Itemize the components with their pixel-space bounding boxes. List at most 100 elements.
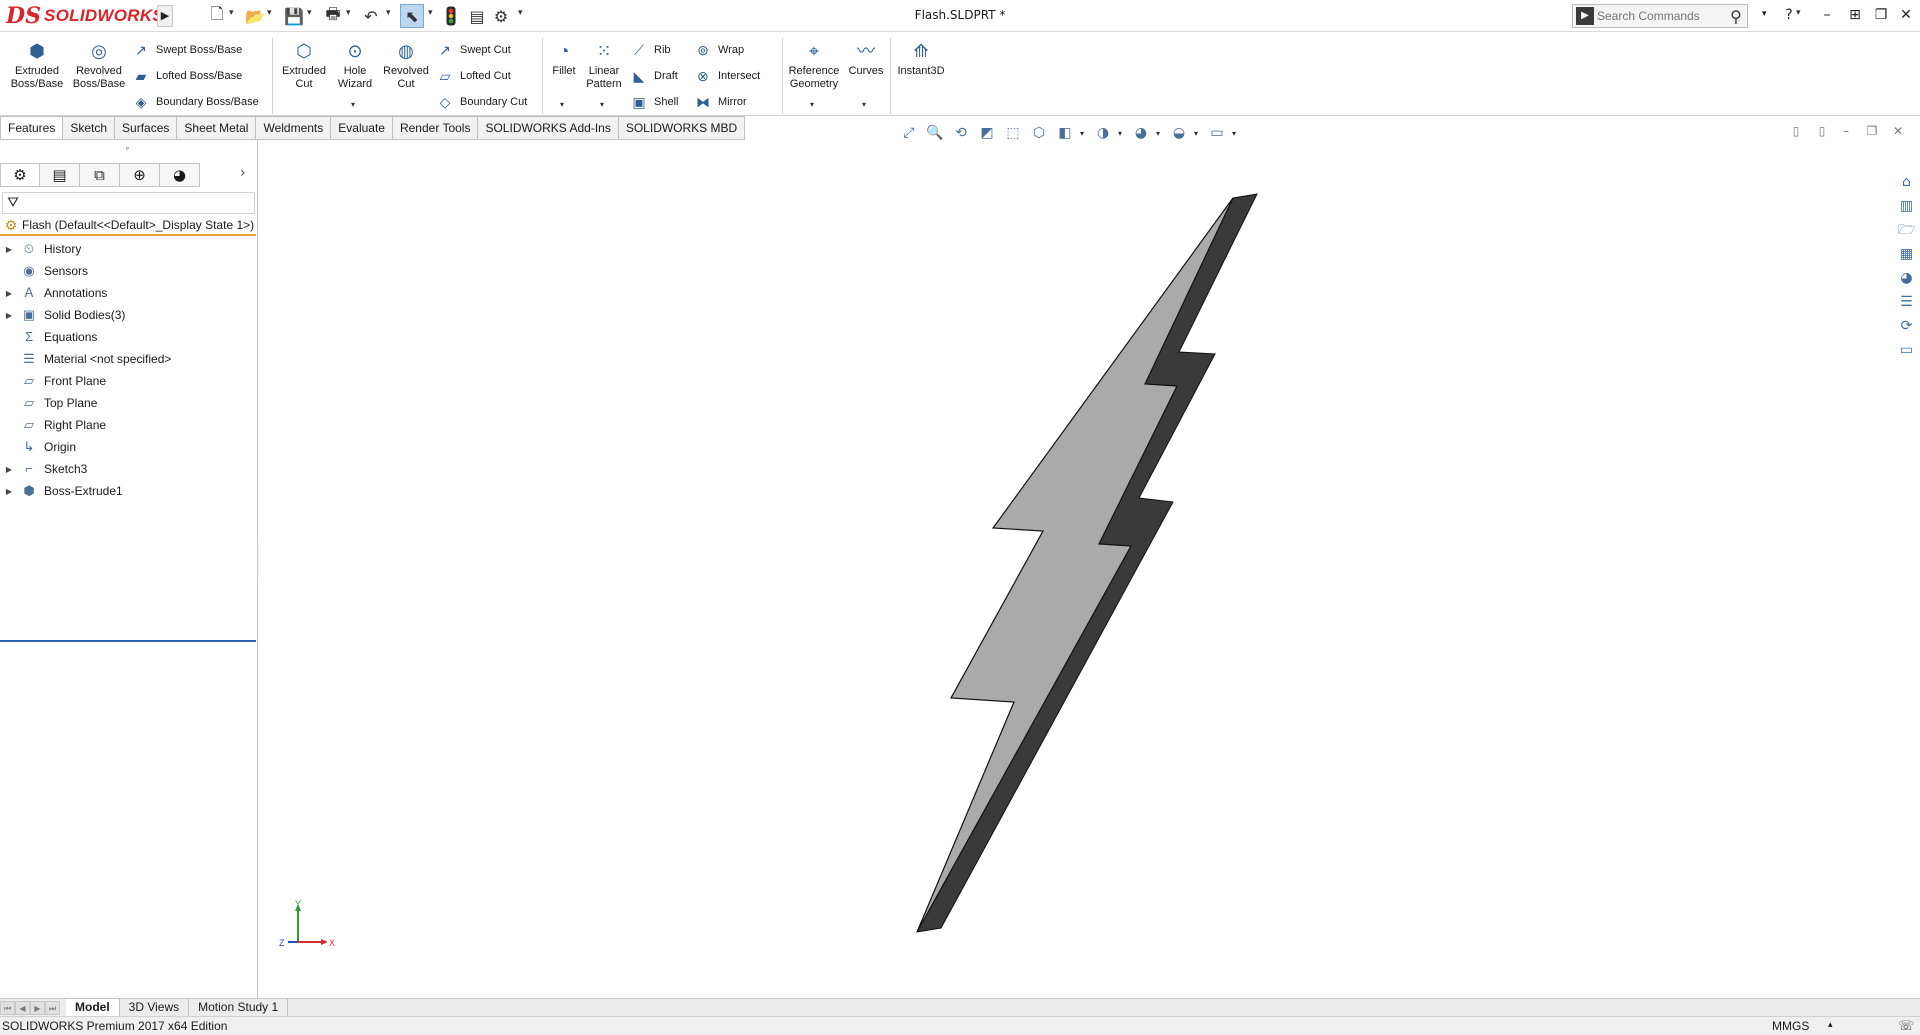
close-window-icon[interactable]: ✕ — [1895, 4, 1917, 26]
hide-show-dropdown-caret-icon[interactable]: ▾ — [1118, 129, 1126, 138]
tree-filter[interactable]: ⛛ — [2, 192, 255, 214]
open-dropdown-caret-icon[interactable]: ▾ — [267, 8, 272, 18]
shell-button[interactable]: ▣ Shell — [630, 92, 678, 112]
solidworks-logo[interactable]: DS SOLIDWORKS — [6, 3, 164, 29]
extruded-cut-button[interactable]: ⬡ Extruded Cut — [278, 40, 330, 91]
tree-item-boss-extrude1[interactable]: ▶ ⬢ Boss-Extrude1 — [0, 480, 256, 502]
tab-3d-views[interactable]: 3D Views — [120, 999, 190, 1016]
solidworks-community-icon[interactable]: ▭ — [1896, 338, 1918, 360]
undo-dropdown-caret-icon[interactable]: ▾ — [386, 8, 391, 18]
tab-weldments[interactable]: Weldments — [256, 116, 332, 140]
options-dropdown-caret-icon[interactable]: ▾ — [518, 8, 523, 18]
custom-properties-icon[interactable]: ☰ — [1896, 290, 1918, 312]
tab-solidworks-add-ins[interactable]: SOLIDWORKS Add-Ins — [478, 116, 619, 140]
fillet-button[interactable]: ◔ Fillet — [548, 40, 580, 78]
tab-render-tools[interactable]: Render Tools — [392, 116, 479, 140]
options-gear-icon[interactable]: ⚙ — [490, 4, 512, 28]
more-tabs-arrow-icon[interactable]: › — [240, 165, 246, 181]
tab-solidworks-mbd[interactable]: SOLIDWORKS MBD — [618, 116, 746, 140]
print-dropdown-caret-icon[interactable]: ▾ — [346, 8, 351, 18]
tree-item-equations[interactable]: Σ Equations — [0, 326, 256, 348]
display-manager-tab-icon[interactable]: ◕ — [160, 163, 200, 187]
tab-surfaces[interactable]: Surfaces — [115, 116, 178, 140]
hole-wizard-button[interactable]: ⊙ Hole Wizard — [330, 40, 380, 91]
unit-system-caret-icon[interactable]: ▴ — [1828, 1019, 1833, 1030]
extruded-boss-base-button[interactable]: ⬢ Extruded Boss/Base — [8, 40, 66, 91]
tree-item-front-plane[interactable]: ▱ Front Plane — [0, 370, 256, 392]
linear-pattern-dropdown-caret-icon[interactable]: ▾ — [600, 100, 604, 109]
new-document-icon[interactable]: 🗋 — [206, 4, 228, 28]
file-explorer-icon[interactable]: 🗁 — [1896, 218, 1918, 240]
tree-item-sketch3[interactable]: ▶ ⌐ Sketch3 — [0, 458, 256, 480]
configuration-manager-tab-icon[interactable]: ⧉ — [80, 163, 120, 187]
curves-button[interactable]: 〰 Curves — [846, 40, 886, 78]
appearance-dropdown-caret-icon[interactable]: ▾ — [1156, 129, 1164, 138]
expand-arrow-icon[interactable]: ▶ — [0, 245, 18, 254]
expand-arrow-icon[interactable]: ▶ — [0, 289, 18, 298]
swept-cut-button[interactable]: ↗ Swept Cut — [436, 40, 511, 60]
tree-item-material[interactable]: ☰ Material <not specified> — [0, 348, 256, 370]
save-dropdown-caret-icon[interactable]: ▾ — [307, 8, 312, 18]
boundary-cut-button[interactable]: ◇ Boundary Cut — [436, 92, 528, 112]
tab-model[interactable]: Model — [66, 999, 120, 1016]
search-icon[interactable]: ⚲ — [1725, 7, 1747, 26]
intersect-button[interactable]: ⊗ Intersect — [694, 66, 760, 86]
wrap-button[interactable]: ⊚ Wrap — [694, 40, 744, 60]
expand-arrow-icon[interactable]: ▶ — [0, 465, 18, 474]
help-dropdown-caret-icon[interactable]: ▾ — [1796, 8, 1801, 18]
dimxpert-manager-tab-icon[interactable]: ⊕ — [120, 163, 160, 187]
file-properties-icon[interactable]: ▤ — [466, 4, 488, 28]
lofted-cut-button[interactable]: ▱ Lofted Cut — [436, 66, 511, 86]
expand-arrow-icon[interactable]: ▶ — [0, 311, 18, 320]
select-cursor-icon[interactable]: ⬉ — [400, 4, 424, 28]
tile-windows-icon[interactable]: ⊞ — [1844, 4, 1866, 26]
tree-root-part[interactable]: ⚙ Flash (Default<<Default>_Display State… — [0, 216, 256, 236]
panel-grip-icon[interactable]: ⚬ — [124, 144, 131, 153]
graphics-area[interactable] — [259, 140, 1892, 998]
reference-geometry-button[interactable]: ⌖ Reference Geometry — [786, 40, 842, 91]
expand-arrow-icon[interactable]: ▶ — [0, 487, 18, 496]
new-dropdown-caret-icon[interactable]: ▾ — [229, 8, 234, 18]
rib-button[interactable]: ⟋ Rib — [630, 40, 670, 60]
prev-tab-arrow-icon[interactable]: ◀ — [15, 1000, 30, 1015]
lightning-bolt-model[interactable] — [259, 140, 1892, 998]
swept-boss-base-button[interactable]: ↗ Swept Boss/Base — [132, 40, 242, 60]
lofted-boss-base-button[interactable]: ▰ Lofted Boss/Base — [132, 66, 243, 86]
search-dropdown-caret-icon[interactable]: ▾ — [1762, 9, 1767, 19]
open-folder-icon[interactable]: 📂 — [244, 4, 266, 28]
display-style-dropdown-caret-icon[interactable]: ▾ — [1080, 129, 1088, 138]
search-input[interactable] — [1597, 9, 1725, 23]
revolved-cut-button[interactable]: ◍ Revolved Cut — [380, 40, 432, 91]
tree-item-annotations[interactable]: ▶ Ａ Annotations — [0, 282, 256, 304]
save-icon[interactable]: 💾 — [283, 4, 305, 28]
first-tab-arrow-icon[interactable]: ⏮ — [0, 1000, 15, 1015]
reference-geometry-dropdown-caret-icon[interactable]: ▾ — [810, 100, 814, 109]
solidworks-forum-icon[interactable]: ⟳ — [1896, 314, 1918, 336]
last-tab-arrow-icon[interactable]: ⏭ — [45, 1000, 60, 1015]
print-icon[interactable]: 🖶 — [322, 4, 344, 28]
tab-sheet-metal[interactable]: Sheet Metal — [177, 116, 257, 140]
linear-pattern-button[interactable]: ⁙ Linear Pattern — [582, 40, 626, 91]
design-library-icon[interactable]: ▥ — [1896, 194, 1918, 216]
tree-item-top-plane[interactable]: ▱ Top Plane — [0, 392, 256, 414]
unit-system-selector[interactable]: MMGS — [1772, 1019, 1809, 1033]
curves-dropdown-caret-icon[interactable]: ▾ — [862, 100, 866, 109]
search-commands-box[interactable]: ▶ ⚲ — [1572, 4, 1748, 28]
revolved-boss-base-button[interactable]: ◎ Revolved Boss/Base — [70, 40, 128, 91]
boundary-boss-base-button[interactable]: ◈ Boundary Boss/Base — [132, 92, 259, 112]
tab-sketch[interactable]: Sketch — [63, 116, 116, 140]
tree-item-origin[interactable]: ↳ Origin — [0, 436, 256, 458]
restore-window-icon[interactable]: ❐ — [1870, 4, 1892, 26]
minimize-window-icon[interactable]: – — [1816, 4, 1838, 26]
property-manager-tab-icon[interactable]: ▤ — [40, 163, 80, 187]
feature-manager-tab-icon[interactable]: ⚙ — [0, 163, 40, 187]
next-tab-arrow-icon[interactable]: ▶ — [30, 1000, 45, 1015]
solidworks-resources-icon[interactable]: ⌂ — [1896, 170, 1918, 192]
menu-expand-arrow-icon[interactable]: ▶ — [157, 5, 173, 27]
tab-motion-study-1[interactable]: Motion Study 1 — [189, 999, 289, 1016]
tab-evaluate[interactable]: Evaluate — [331, 116, 393, 140]
select-dropdown-caret-icon[interactable]: ▾ — [428, 8, 433, 18]
instant3d-button[interactable]: ⟰ Instant3D — [894, 40, 948, 78]
tab-features[interactable]: Features — [0, 116, 64, 140]
view-settings-dropdown-caret-icon[interactable]: ▾ — [1232, 129, 1240, 138]
